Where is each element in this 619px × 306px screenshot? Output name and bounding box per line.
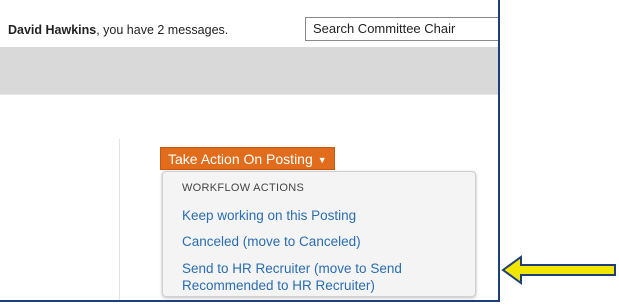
- menu-item-line2: Recommended to HR Recruiter): [182, 278, 375, 293]
- menu-item-keep-working[interactable]: Keep working on this Posting: [182, 207, 356, 224]
- workflow-actions-menu: WORKFLOW ACTIONS Keep working on this Po…: [162, 171, 476, 297]
- browser-frame: David Hawkins, you have 2 messages. Sear…: [0, 0, 500, 302]
- take-action-button[interactable]: Take Action On Posting ▼: [160, 147, 335, 170]
- column-divider: [119, 139, 120, 300]
- role-select[interactable]: Search Committee Chair: [305, 17, 498, 41]
- menu-heading: WORKFLOW ACTIONS: [182, 182, 305, 194]
- user-greeting: David Hawkins, you have 2 messages.: [8, 23, 228, 37]
- messages-text[interactable]: , you have 2 messages.: [96, 23, 228, 37]
- top-bar: David Hawkins, you have 2 messages. Sear…: [0, 0, 498, 47]
- menu-item-line1: Send to HR Recruiter (move to Send: [182, 261, 402, 276]
- menu-item-send-to-hr-recruiter[interactable]: Send to HR Recruiter (move to Send Recom…: [182, 260, 402, 294]
- caret-down-icon: ▼: [317, 155, 327, 165]
- user-name[interactable]: David Hawkins: [8, 23, 96, 37]
- arrow-left-icon: [501, 255, 616, 285]
- divider: [0, 94, 498, 95]
- arrow-shape: [501, 255, 616, 285]
- menu-item-canceled[interactable]: Canceled (move to Canceled): [182, 233, 361, 250]
- navigation-bar: [0, 47, 498, 94]
- take-action-label: Take Action On Posting: [168, 151, 313, 167]
